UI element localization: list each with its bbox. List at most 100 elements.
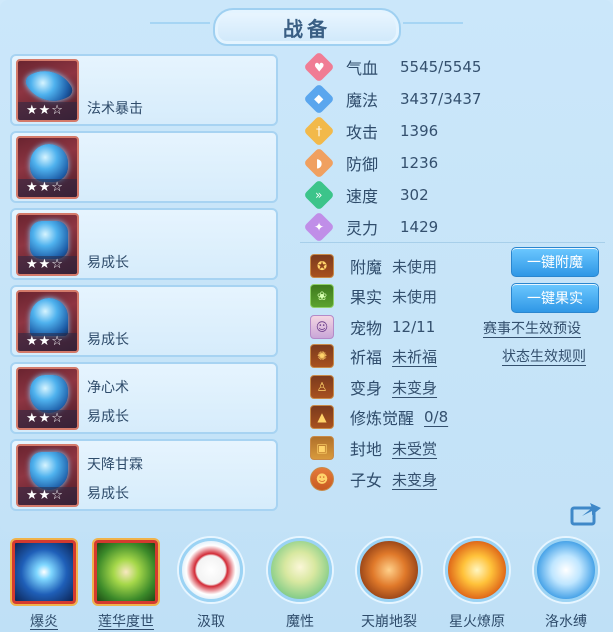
stat-value: 1396 <box>400 122 439 140</box>
feature-value: 未使用 <box>392 257 438 276</box>
feature-pet[interactable]: ☺ 宠物 12/11 <box>310 313 435 341</box>
cultivate-icon: ▲ <box>310 405 334 429</box>
shield-icon: ◗ <box>303 147 335 179</box>
helmet-icon: ★★☆ <box>16 136 79 199</box>
feature-label: 子女 <box>350 471 383 490</box>
skill-label: 爆炎 <box>30 614 58 630</box>
blessing-icon: ✺ <box>310 344 334 368</box>
feature-label: 变身 <box>350 379 383 398</box>
one-click-fruit-button[interactable]: 一键果实 <box>511 283 599 313</box>
spark-fire-icon <box>445 538 509 602</box>
title-plate: 战备 <box>213 8 401 46</box>
feature-enchant[interactable]: ✪ 附魔 未使用 <box>310 252 437 280</box>
fief-icon: ▣ <box>310 436 334 460</box>
stat-value: 1429 <box>400 218 439 236</box>
speed-icon: » <box>303 179 335 211</box>
stat-label: 灵力 <box>346 219 379 238</box>
equipment-trait: 易成长 <box>87 486 129 502</box>
star-rating: ★★☆ <box>18 487 77 505</box>
feature-fruit[interactable]: ❀ 果实 未使用 <box>310 282 437 310</box>
stat-speed: » 速度 302 <box>303 179 429 211</box>
skill-demonic[interactable]: 魔性 <box>264 538 336 632</box>
feature-child[interactable]: ☻ 子女 未变身 <box>310 465 437 493</box>
skill-label: 洛水缚 <box>545 614 587 630</box>
equipment-slot-3[interactable]: ★★☆ 易成长 <box>10 208 278 280</box>
equipment-slot-1[interactable]: ★★☆ 法术暴击 <box>10 54 278 126</box>
feature-label: 修炼觉醒 <box>350 409 415 428</box>
feature-label: 封地 <box>350 440 383 459</box>
skill-label: 星火燎原 <box>449 614 505 630</box>
feature-value[interactable]: 未变身 <box>392 469 437 490</box>
skill-label: 天崩地裂 <box>361 614 417 630</box>
skill-earthquake[interactable]: 天崩地裂 <box>353 538 425 632</box>
lotus-hand-icon <box>94 540 158 604</box>
water-bind-icon <box>534 538 598 602</box>
feature-value[interactable]: 未变身 <box>392 377 437 398</box>
star-rating: ★★☆ <box>18 179 77 197</box>
star-rating: ★★☆ <box>18 333 77 351</box>
demonic-icon <box>268 538 332 602</box>
star-rating: ★★☆ <box>18 256 77 274</box>
stat-value: 302 <box>400 186 429 204</box>
feature-cultivate[interactable]: ▲ 修炼觉醒 0/8 <box>310 403 448 431</box>
skill-lotus[interactable]: 莲华度世 <box>90 538 162 632</box>
skill-label: 汲取 <box>197 614 225 630</box>
sword-icon: † <box>303 115 335 147</box>
feature-label: 祈福 <box>350 348 383 367</box>
armor-icon: ★★☆ <box>16 213 79 276</box>
feature-label: 果实 <box>350 288 383 307</box>
weapon-icon: ★★☆ <box>16 59 79 122</box>
share-icon[interactable] <box>570 500 602 526</box>
star-rating: ★★☆ <box>18 410 77 428</box>
equipment-slot-5[interactable]: ★★☆ 净心术 易成长 <box>10 362 278 434</box>
pet-icon: ☺ <box>310 315 334 339</box>
title-ornament-left <box>150 22 210 32</box>
equipment-slot-4[interactable]: ★★☆ 易成长 <box>10 285 278 357</box>
feature-value: 12/11 <box>392 318 436 336</box>
feature-value[interactable]: 未祈福 <box>392 346 437 367</box>
absorb-icon <box>179 538 243 602</box>
feature-label: 附魔 <box>350 258 383 277</box>
boots-icon: ★★☆ <box>16 444 79 507</box>
feature-value[interactable]: 未受赏 <box>392 438 437 459</box>
stat-defense: ◗ 防御 1236 <box>303 147 439 179</box>
equipment-slot-6[interactable]: ★★☆ 天降甘霖 易成长 <box>10 439 278 511</box>
equipment-trait: 易成长 <box>87 255 129 271</box>
equipment-slot-2[interactable]: ★★☆ <box>10 131 278 203</box>
page-title: 战备 <box>283 16 331 41</box>
stat-value: 3437/3437 <box>400 90 482 108</box>
skill-burst-flame[interactable]: 爆炎 <box>8 538 80 632</box>
stat-mp: ◆ 魔法 3437/3437 <box>303 83 482 115</box>
burst-flame-icon <box>12 540 76 604</box>
equipment-skill: 天降甘霖 <box>87 457 143 473</box>
skill-absorb[interactable]: 汲取 <box>175 538 247 632</box>
stat-attack: † 攻击 1396 <box>303 115 439 147</box>
transform-icon: ♙ <box>310 375 334 399</box>
skill-water-bind[interactable]: 洛水缚 <box>530 538 602 632</box>
equipment-trait: 易成长 <box>87 332 129 348</box>
earthquake-icon <box>357 538 421 602</box>
necklace-icon: ★★☆ <box>16 290 79 353</box>
skill-label: 莲华度世 <box>98 614 154 630</box>
match-preset-link[interactable]: 赛事不生效预设 <box>483 318 581 338</box>
feature-transform[interactable]: ♙ 变身 未变身 <box>310 373 437 401</box>
stat-value: 1236 <box>400 154 439 172</box>
equipment-trait: 法术暴击 <box>87 101 143 117</box>
feature-blessing[interactable]: ✺ 祈福 未祈福 <box>310 342 437 370</box>
skill-label: 魔性 <box>286 614 314 630</box>
feature-fief[interactable]: ▣ 封地 未受赏 <box>310 434 437 462</box>
stat-label: 魔法 <box>346 91 379 110</box>
stat-label: 攻击 <box>346 123 379 142</box>
child-icon: ☻ <box>310 467 334 491</box>
equipment-skill: 净心术 <box>87 380 129 396</box>
stat-label: 气血 <box>346 59 379 78</box>
status-rules-link[interactable]: 状态生效规则 <box>502 346 586 366</box>
skill-spark-fire[interactable]: 星火燎原 <box>441 538 513 632</box>
one-click-enchant-button[interactable]: 一键附魔 <box>511 247 599 277</box>
feature-value[interactable]: 0/8 <box>424 408 448 426</box>
belt-icon: ★★☆ <box>16 367 79 430</box>
equipment-trait: 易成长 <box>87 409 129 425</box>
stat-label: 防御 <box>346 155 379 174</box>
spirit-icon: ✦ <box>303 211 335 243</box>
feature-label: 宠物 <box>350 319 383 338</box>
